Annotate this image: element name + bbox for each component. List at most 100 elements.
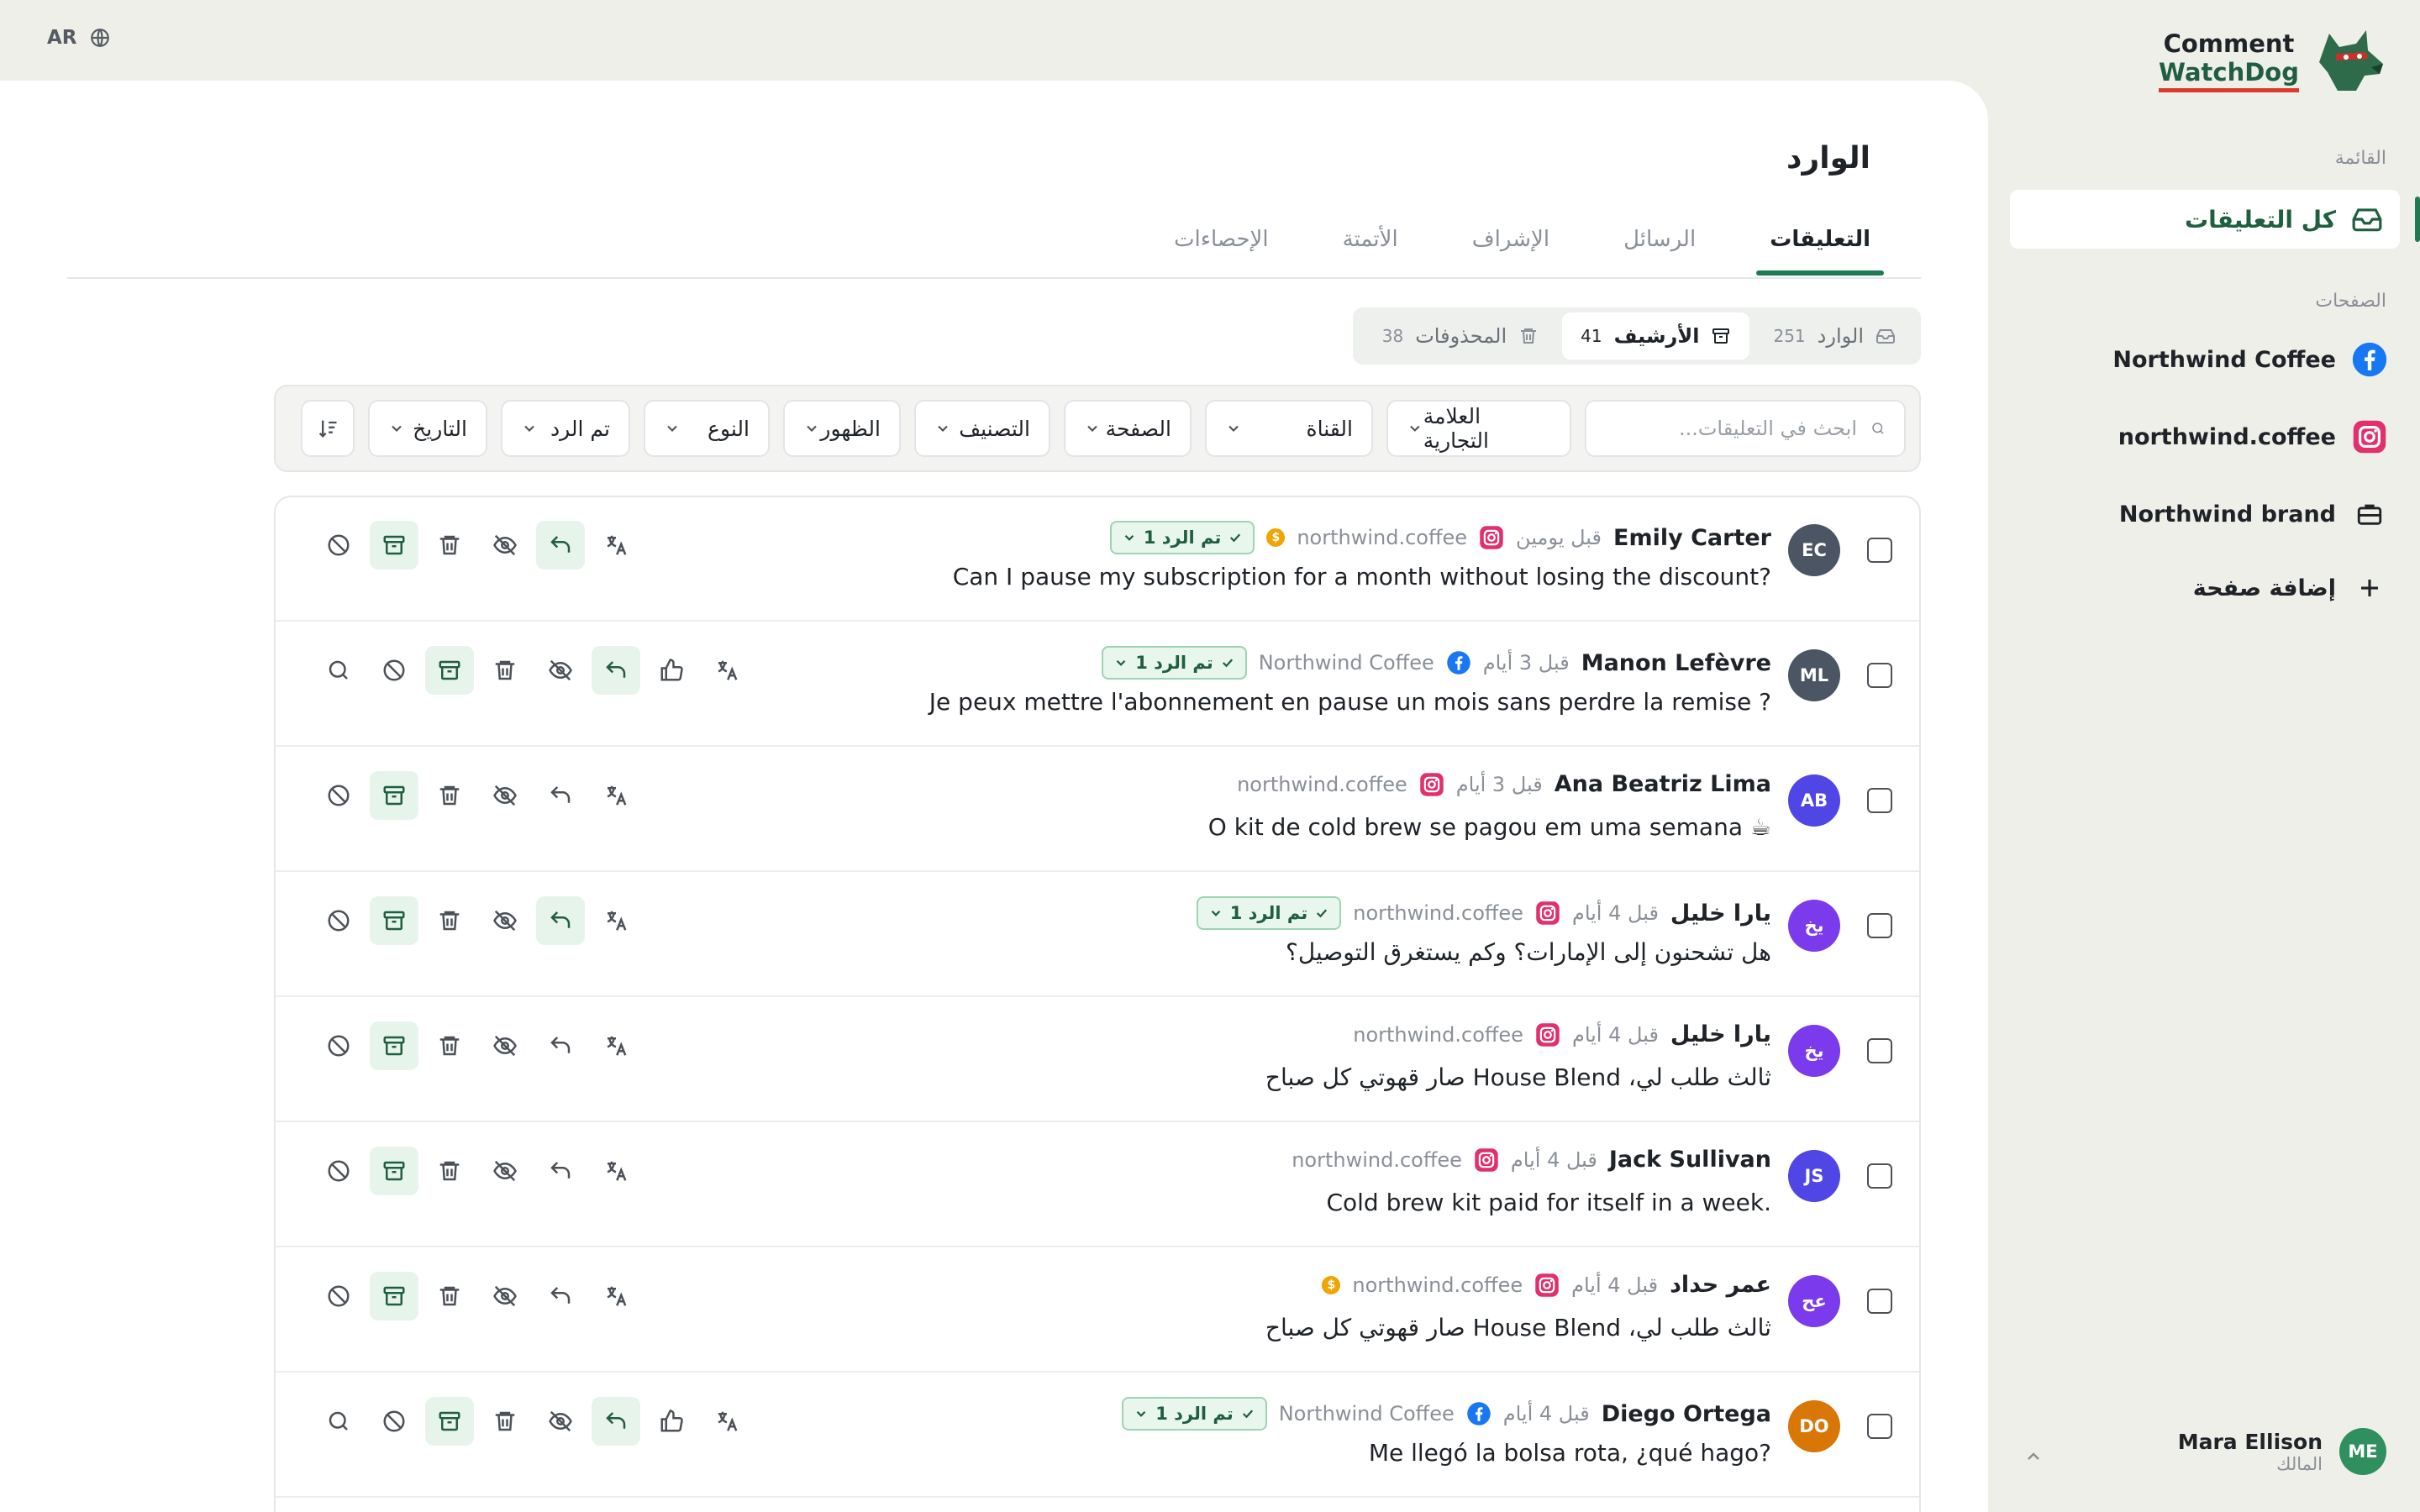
filter-type[interactable]: النوع — [644, 400, 770, 457]
translate-button[interactable] — [592, 771, 640, 820]
reply-button[interactable] — [536, 1021, 585, 1070]
comment-row[interactable]: عح عمر حداد قبل 4 أيام northwind.coffee $ ثال… — [276, 1248, 1919, 1373]
reply-button[interactable] — [536, 771, 585, 820]
comment-row[interactable]: يخ يارا خليل قبل 4 أيام northwind.coffee ثال… — [276, 998, 1919, 1122]
delete-button[interactable] — [425, 1272, 474, 1320]
like-button[interactable] — [647, 1397, 696, 1446]
author-name[interactable]: Jack Sullivan — [1609, 1147, 1771, 1173]
translate-button[interactable] — [702, 1397, 751, 1446]
block-button[interactable] — [314, 1021, 363, 1070]
reply-button[interactable] — [536, 1147, 585, 1195]
archive-button[interactable] — [370, 771, 418, 820]
reply-button[interactable] — [592, 1397, 640, 1446]
hide-button[interactable] — [481, 1021, 529, 1070]
translate-button[interactable] — [702, 646, 751, 695]
delete-button[interactable] — [425, 771, 474, 820]
archive-button[interactable] — [425, 1397, 474, 1446]
block-button[interactable] — [370, 646, 418, 695]
reply-button[interactable] — [592, 646, 640, 695]
translate-button[interactable] — [592, 1021, 640, 1070]
sidebar-item-page-facebook[interactable]: Northwind Coffee — [2112, 341, 2388, 378]
author-name[interactable]: Emily Carter — [1613, 525, 1771, 551]
author-name[interactable]: يارا خليل — [1670, 900, 1771, 927]
segment-deleted[interactable]: المحذوفات 38 — [1364, 312, 1557, 360]
row-checkbox[interactable] — [1867, 663, 1892, 688]
search-button[interactable] — [314, 1397, 363, 1446]
comment-row[interactable]: AB Ana Beatriz Lima قبل 3 أيام northwind.co… — [276, 748, 1919, 872]
hide-button[interactable] — [481, 896, 529, 945]
comment-row[interactable]: DO Diego Ortega قبل 4 أيام Northwind Coffee… — [276, 1373, 1919, 1498]
comment-row[interactable]: ML Manon Lefèvre قبل 3 أيام Northwind Coffe… — [276, 622, 1919, 747]
archive-button[interactable] — [370, 1272, 418, 1320]
author-name[interactable]: يارا خليل — [1670, 1021, 1771, 1047]
tab-statistics[interactable]: الإحصاءات — [1160, 227, 1282, 252]
filter-replied[interactable]: تم الرد — [501, 400, 630, 457]
tab-comments[interactable]: التعليقات — [1756, 227, 1884, 276]
block-button[interactable] — [314, 771, 363, 820]
chevron-up-icon[interactable] — [2023, 1446, 2044, 1467]
author-name[interactable]: Diego Ortega — [1602, 1401, 1771, 1427]
block-button[interactable] — [370, 1397, 418, 1446]
comment-row[interactable]: EC Emily Carter قبل يومين northwind.coffee $… — [276, 497, 1919, 622]
author-name[interactable]: عمر حداد — [1670, 1272, 1771, 1298]
author-name[interactable]: Ana Beatriz Lima — [1555, 771, 1771, 797]
segment-inbox[interactable]: الوارد 251 — [1754, 312, 1914, 360]
replied-badge[interactable]: تم الرد 1 — [1122, 1397, 1267, 1431]
row-checkbox[interactable] — [1867, 913, 1892, 938]
hide-button[interactable] — [481, 1147, 529, 1195]
replied-badge[interactable]: تم الرد 1 — [1109, 521, 1255, 554]
row-checkbox[interactable] — [1867, 538, 1892, 563]
row-checkbox[interactable] — [1867, 1414, 1892, 1439]
hide-button[interactable] — [481, 1272, 529, 1320]
tab-moderation[interactable]: الإشراف — [1459, 227, 1563, 252]
comment-row[interactable]: JS Jack Sullivan قبل 4 أيام northwind.coffe… — [276, 1123, 1919, 1247]
block-button[interactable] — [314, 1272, 363, 1320]
hide-button[interactable] — [481, 771, 529, 820]
language-switcher[interactable]: AR — [47, 27, 111, 49]
block-button[interactable] — [314, 896, 363, 945]
brand-logo-block[interactable]: Comment WatchDog — [2159, 25, 2386, 96]
tab-messages[interactable]: الرسائل — [1610, 227, 1709, 252]
translate-button[interactable] — [592, 1147, 640, 1195]
replied-badge[interactable]: تم الرد 1 — [1102, 646, 1247, 680]
sidebar-item-page-instagram[interactable]: northwind.coffee — [2118, 418, 2388, 455]
sidebar-item-page-brand[interactable]: Northwind brand — [2119, 496, 2388, 533]
hide-button[interactable] — [481, 521, 529, 570]
delete-button[interactable] — [425, 521, 474, 570]
archive-button[interactable] — [370, 1147, 418, 1195]
filter-brand[interactable]: العلامة التجارية — [1386, 400, 1571, 457]
row-checkbox[interactable] — [1867, 788, 1892, 813]
delete-button[interactable] — [425, 1147, 474, 1195]
translate-button[interactable] — [592, 896, 640, 945]
hide-button[interactable] — [536, 646, 585, 695]
block-button[interactable] — [314, 1147, 363, 1195]
add-page-button[interactable]: إضافة صفحة — [2193, 570, 2388, 606]
row-checkbox[interactable] — [1867, 1038, 1892, 1063]
reply-button[interactable] — [536, 521, 585, 570]
delete-button[interactable] — [425, 1021, 474, 1070]
segment-archive[interactable]: الأرشيف 41 — [1562, 312, 1750, 360]
user-profile[interactable]: Mara Ellison المالك ME — [2178, 1428, 2386, 1475]
sidebar-item-all-comments[interactable]: كل التعليقات — [2010, 190, 2400, 249]
archive-button[interactable] — [370, 521, 418, 570]
delete-button[interactable] — [481, 1397, 529, 1446]
translate-button[interactable] — [592, 521, 640, 570]
archive-button[interactable] — [370, 896, 418, 945]
tab-automation[interactable]: الأتمتة — [1329, 227, 1412, 252]
hide-button[interactable] — [536, 1397, 585, 1446]
block-button[interactable] — [314, 521, 363, 570]
archive-button[interactable] — [425, 646, 474, 695]
filter-page[interactable]: الصفحة — [1064, 400, 1192, 457]
archive-button[interactable] — [370, 1021, 418, 1070]
row-checkbox[interactable] — [1867, 1163, 1892, 1189]
translate-button[interactable] — [592, 1272, 640, 1320]
comment-row[interactable]: يخ يارا خليل قبل 4 أيام northwind.coffee تم … — [276, 873, 1919, 997]
delete-button[interactable] — [425, 896, 474, 945]
delete-button[interactable] — [481, 646, 529, 695]
filter-visibility[interactable]: الظهور — [783, 400, 901, 457]
filter-date[interactable]: التاريخ — [368, 400, 487, 457]
reply-button[interactable] — [536, 896, 585, 945]
author-name[interactable]: Manon Lefèvre — [1581, 650, 1771, 676]
row-checkbox[interactable] — [1867, 1289, 1892, 1314]
replied-badge[interactable]: تم الرد 1 — [1196, 896, 1342, 930]
